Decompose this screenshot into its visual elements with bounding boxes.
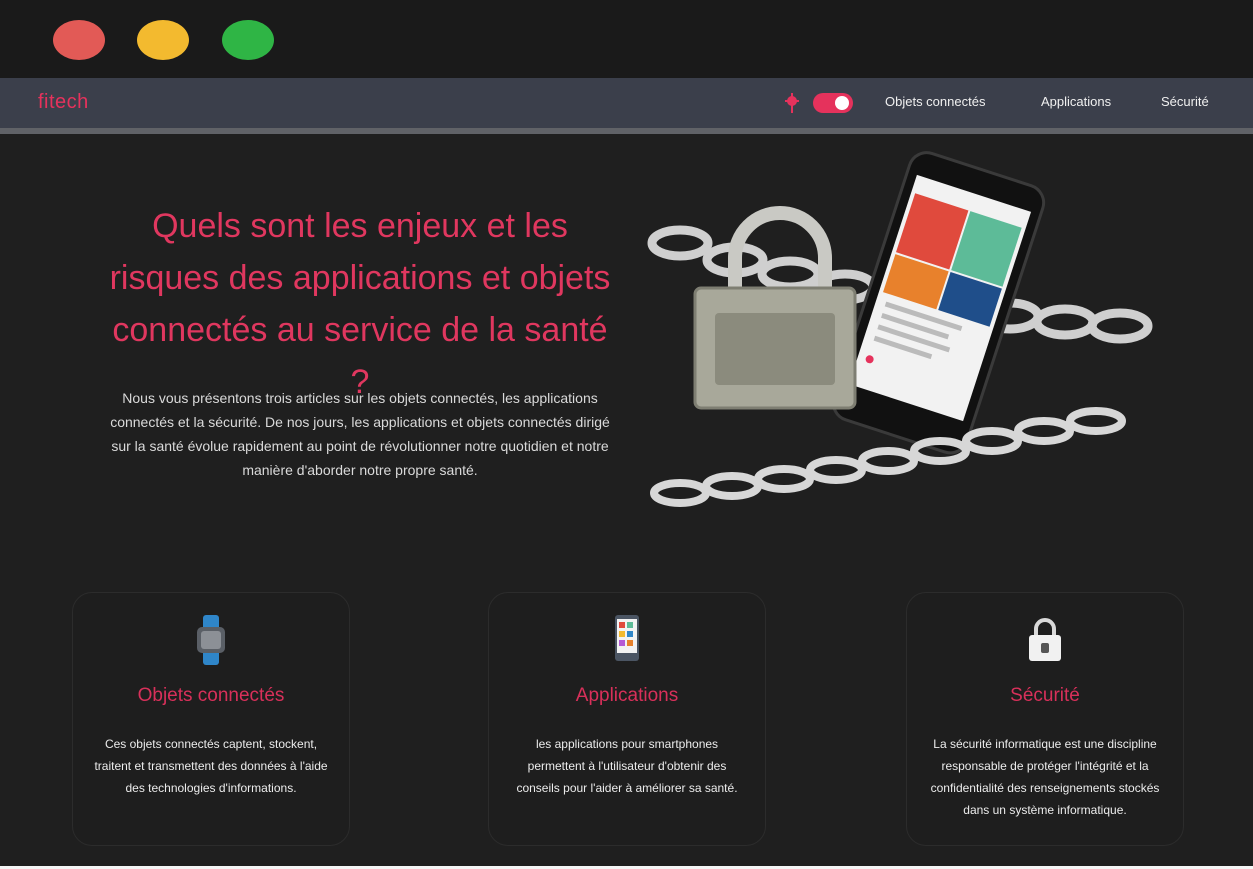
padlock: [693, 206, 857, 410]
maximize-window-button[interactable]: [222, 20, 274, 60]
nav-link-securite[interactable]: Sécurité: [1161, 94, 1209, 109]
brand-logo[interactable]: fitech: [38, 91, 89, 114]
nav-link-objets-connectes[interactable]: Objets connectés: [885, 94, 985, 109]
card-text: les applications pour smartphones permet…: [516, 737, 738, 795]
card-objets-connectes[interactable]: Objets connectés Ces objets connectés ca…: [72, 592, 350, 846]
theme-toggle[interactable]: [813, 93, 853, 113]
card-text: La sécurité informatique est une discipl…: [930, 737, 1160, 817]
hero-chained-phone-image: [647, 151, 1153, 507]
smartphone-icon: [615, 615, 639, 661]
navbar: fitech Objets connectés Applications Séc…: [0, 78, 1253, 134]
card-title: Sécurité: [1010, 685, 1080, 706]
window-titlebar: [0, 0, 1253, 78]
pin-icon[interactable]: [783, 93, 801, 113]
nav-link-applications[interactable]: Applications: [1041, 94, 1111, 109]
card-securite[interactable]: Sécurité La sécurité informatique est un…: [906, 592, 1184, 846]
card-text: Ces objets connectés captent, stockent, …: [94, 737, 328, 795]
close-window-button[interactable]: [53, 20, 105, 60]
card-applications[interactable]: Applications les applications pour smart…: [488, 592, 766, 846]
hero-title: Quels sont les enjeux et les risques des…: [109, 207, 611, 401]
toggle-knob: [835, 96, 849, 110]
hero-text: Nous vous présentons trois articles sur …: [110, 390, 610, 478]
card-title: Objets connectés: [137, 685, 285, 706]
padlock-icon: [1029, 618, 1061, 661]
smartwatch-icon: [197, 615, 225, 665]
minimize-window-button[interactable]: [137, 20, 189, 60]
card-title: Applications: [575, 685, 679, 706]
